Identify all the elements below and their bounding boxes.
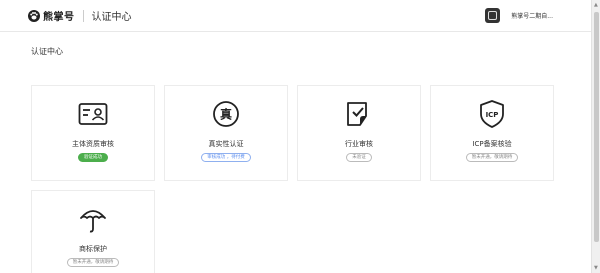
- card-title: ICP备案核验: [472, 140, 512, 148]
- status-badge: 审核成功 ，待付费: [201, 153, 251, 162]
- avatar[interactable]: [485, 8, 501, 23]
- card-title: 真实性认证: [208, 140, 244, 148]
- svg-text:真: 真: [220, 107, 232, 122]
- status-badge: 未验证: [346, 153, 372, 162]
- paw-logo-icon: [28, 9, 40, 22]
- vertical-scrollbar[interactable]: ▲ ▼: [591, 0, 600, 273]
- card-trademark-protection[interactable]: 商标保护 暂未开通，敬请期待: [31, 190, 155, 273]
- card-authenticity[interactable]: 真 真实性认证 审核成功 ，待付费: [164, 85, 288, 181]
- top-header: 熊掌号 认证中心 熊掌号二期自...: [0, 0, 591, 32]
- checkbox-document-icon: [344, 99, 374, 129]
- status-badge: 暂未开通，敬请期待: [465, 153, 519, 162]
- avatar-frame-icon: [488, 11, 498, 20]
- section-title: 认证中心: [31, 47, 63, 56]
- card-title: 商标保护: [79, 245, 107, 253]
- card-subject-qualification[interactable]: 主体资质审核 验证成功: [31, 85, 155, 181]
- scrollbar-thumb[interactable]: [594, 12, 599, 242]
- card-industry-review[interactable]: 行业审核 未验证: [297, 85, 421, 181]
- scroll-up-arrow-icon[interactable]: ▲: [594, 2, 598, 8]
- card-title: 行业审核: [345, 140, 373, 148]
- umbrella-icon: [78, 204, 108, 234]
- logo-text: 熊掌号: [43, 12, 75, 23]
- icp-shield-icon: ICP: [477, 99, 507, 129]
- user-name[interactable]: 熊掌号二期自...: [511, 11, 553, 20]
- card-title: 主体资质审核: [72, 140, 114, 148]
- user-menu[interactable]: 熊掌号二期自...: [485, 8, 553, 23]
- scroll-down-arrow-icon[interactable]: ▼: [594, 265, 598, 271]
- status-badge: 验证成功: [78, 153, 108, 162]
- seal-zhen-icon: 真: [211, 99, 241, 129]
- header-divider: [82, 9, 84, 22]
- id-card-icon: [78, 99, 108, 129]
- page-title: 认证中心: [91, 12, 132, 23]
- svg-text:ICP: ICP: [486, 111, 499, 119]
- status-badge: 暂未开通，敬请期待: [66, 258, 120, 267]
- logo[interactable]: 熊掌号: [28, 8, 75, 23]
- card-icp-verification[interactable]: ICP ICP备案核验 暂未开通，敬请期待: [430, 85, 554, 181]
